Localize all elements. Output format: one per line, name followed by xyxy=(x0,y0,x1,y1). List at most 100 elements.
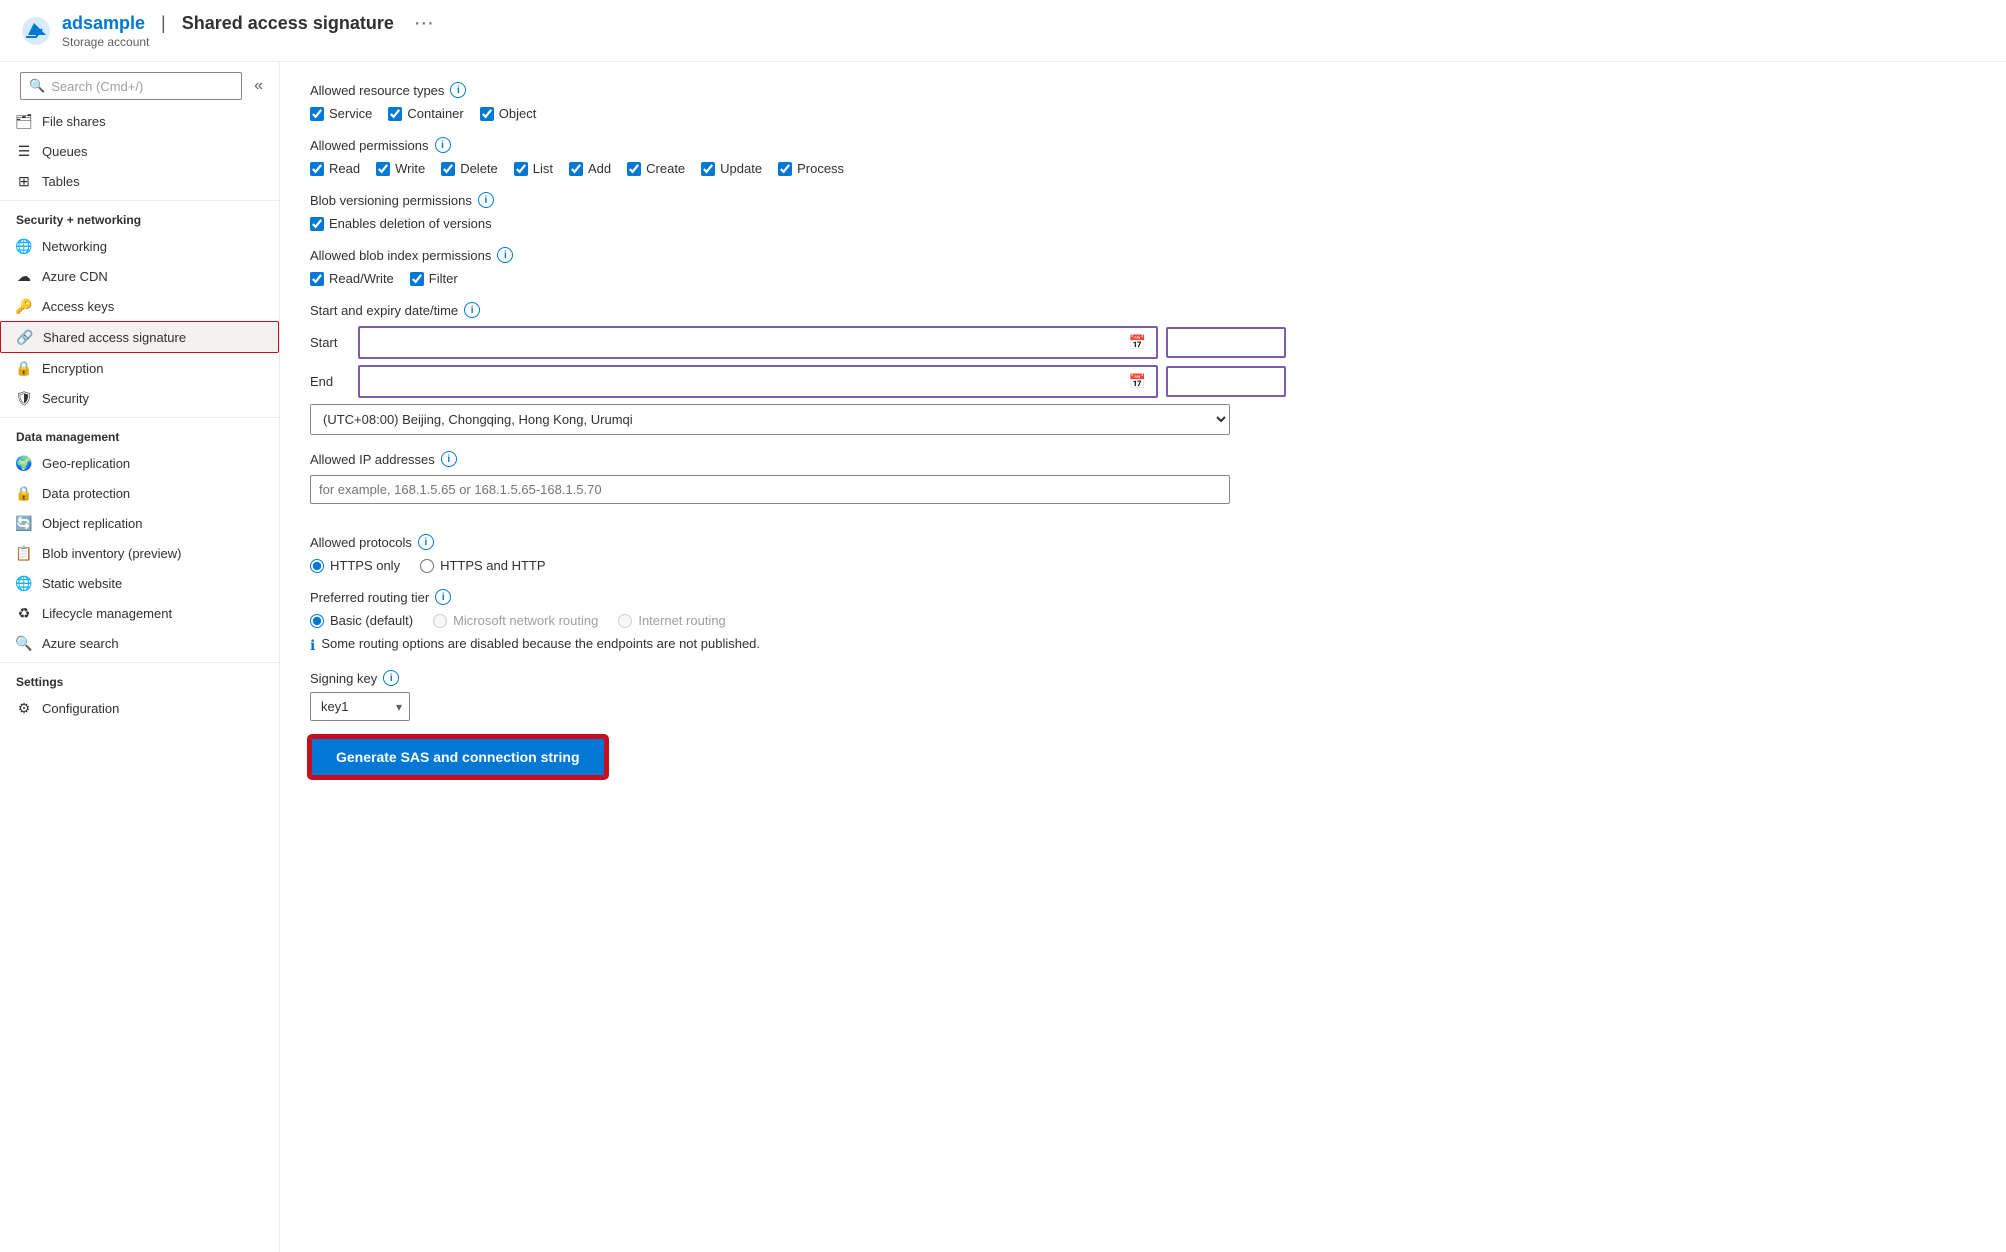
sidebar-item-static-website[interactable]: 🌐 Static website xyxy=(0,568,279,598)
checkbox-readwrite[interactable]: Read/Write xyxy=(310,271,394,286)
sidebar-item-encryption[interactable]: 🔒 Encryption xyxy=(0,353,279,383)
checkbox-container[interactable]: Container xyxy=(388,106,463,121)
signing-key-select-wrapper[interactable]: key1 key2 xyxy=(310,692,410,721)
blob-versioning-label: Blob versioning permissions i xyxy=(310,192,1976,208)
routing-tier-section: Preferred routing tier i Basic (default)… xyxy=(310,589,1976,654)
allowed-ip-input[interactable] xyxy=(310,475,1230,504)
sidebar-item-networking[interactable]: 🌐 Networking xyxy=(0,231,279,261)
sidebar-item-label: Data protection xyxy=(42,486,130,501)
radio-basic-default[interactable]: Basic (default) xyxy=(310,613,413,628)
allowed-resource-types-label: Allowed resource types i xyxy=(310,82,1976,98)
signing-key-section: Signing key i key1 key2 xyxy=(310,670,1976,721)
sidebar-item-queues[interactable]: ☰ Queues xyxy=(0,136,279,166)
networking-icon: 🌐 xyxy=(16,238,32,254)
blob-versioning-section: Blob versioning permissions i Enables de… xyxy=(310,192,1976,231)
start-date-calendar-button[interactable]: 📅 xyxy=(1119,328,1156,357)
checkbox-service[interactable]: Service xyxy=(310,106,372,121)
sidebar-item-azure-cdn[interactable]: ☁ Azure CDN xyxy=(0,261,279,291)
checkbox-object[interactable]: Object xyxy=(480,106,537,121)
checkbox-delete[interactable]: Delete xyxy=(441,161,498,176)
end-date-calendar-button[interactable]: 📅 xyxy=(1119,367,1156,396)
cdn-icon: ☁ xyxy=(16,268,32,284)
checkbox-enables-deletion[interactable]: Enables deletion of versions xyxy=(310,216,492,231)
radio-https-http[interactable]: HTTPS and HTTP xyxy=(420,558,545,573)
allowed-protocols-info-icon[interactable]: i xyxy=(418,534,434,550)
sidebar-item-tables[interactable]: ⊞ Tables xyxy=(0,166,279,196)
tables-icon: ⊞ xyxy=(16,173,32,189)
data-management-section-header: Data management xyxy=(0,417,279,448)
sidebar: 🔍 « 🗂 File shares ☰ Queues ⊞ Tables Secu… xyxy=(0,62,280,1252)
sidebar-item-shared-access-signature[interactable]: 🔗 Shared access signature xyxy=(0,321,279,353)
end-time-input-wrapper[interactable]: 1:21:46 AM xyxy=(1166,366,1286,397)
queues-icon: ☰ xyxy=(16,143,32,159)
checkbox-list[interactable]: List xyxy=(514,161,553,176)
sidebar-item-access-keys[interactable]: 🔑 Access keys xyxy=(0,291,279,321)
sidebar-item-azure-search[interactable]: 🔍 Azure search xyxy=(0,628,279,658)
allowed-ip-section: Allowed IP addresses i xyxy=(310,451,1976,518)
timezone-select-wrapper[interactable]: (UTC+08:00) Beijing, Chongqing, Hong Kon… xyxy=(310,404,1230,435)
sidebar-item-data-protection[interactable]: 🔒 Data protection xyxy=(0,478,279,508)
allowed-ip-info-icon[interactable]: i xyxy=(441,451,457,467)
sidebar-item-file-shares[interactable]: 🗂 File shares xyxy=(0,106,279,136)
data-protection-icon: 🔒 xyxy=(16,485,32,501)
account-name: adsample xyxy=(62,13,145,34)
datetime-info-icon[interactable]: i xyxy=(464,302,480,318)
start-date-input-wrapper[interactable]: 06/10/2021 📅 xyxy=(358,326,1158,359)
routing-tier-info-icon[interactable]: i xyxy=(435,589,451,605)
allowed-protocols-section: Allowed protocols i HTTPS only HTTPS and… xyxy=(310,534,1976,573)
search-input[interactable] xyxy=(51,79,233,94)
sidebar-item-label: Security xyxy=(42,391,89,406)
signing-key-info-icon[interactable]: i xyxy=(383,670,399,686)
checkbox-filter[interactable]: Filter xyxy=(410,271,458,286)
end-time-input[interactable]: 1:21:46 AM xyxy=(1168,368,1284,395)
more-options-icon[interactable]: ··· xyxy=(414,12,434,35)
sidebar-item-configuration[interactable]: ⚙ Configuration xyxy=(0,693,279,723)
security-icon: 🛡 xyxy=(16,390,32,406)
object-replication-icon: 🔄 xyxy=(16,515,32,531)
sidebar-item-label: Static website xyxy=(42,576,122,591)
radio-microsoft-routing: Microsoft network routing xyxy=(433,613,598,628)
sidebar-item-label: Configuration xyxy=(42,701,119,716)
sidebar-group-storage: 🗂 File shares ☰ Queues ⊞ Tables xyxy=(0,106,279,196)
end-date-input-wrapper[interactable]: 06/11/2021 📅 xyxy=(358,365,1158,398)
blob-versioning-info-icon[interactable]: i xyxy=(478,192,494,208)
start-date-input[interactable]: 06/10/2021 xyxy=(360,329,1119,356)
file-shares-icon: 🗂 xyxy=(16,113,32,129)
sidebar-item-label: Azure search xyxy=(42,636,119,651)
sidebar-item-object-replication[interactable]: 🔄 Object replication xyxy=(0,508,279,538)
checkbox-create[interactable]: Create xyxy=(627,161,685,176)
radio-https-only[interactable]: HTTPS only xyxy=(310,558,400,573)
end-date-input[interactable]: 06/11/2021 xyxy=(360,368,1119,395)
checkbox-add[interactable]: Add xyxy=(569,161,611,176)
encryption-icon: 🔒 xyxy=(16,360,32,376)
sidebar-item-lifecycle-management[interactable]: ♻ Lifecycle management xyxy=(0,598,279,628)
search-box[interactable]: 🔍 xyxy=(20,72,242,100)
allowed-ip-label: Allowed IP addresses i xyxy=(310,451,1976,467)
sidebar-item-security[interactable]: 🛡 Security xyxy=(0,383,279,413)
sidebar-item-label: Networking xyxy=(42,239,107,254)
checkbox-read[interactable]: Read xyxy=(310,161,360,176)
sidebar-item-geo-replication[interactable]: 🌍 Geo-replication xyxy=(0,448,279,478)
checkbox-process[interactable]: Process xyxy=(778,161,844,176)
logo-area: adsample | Shared access signature ··· S… xyxy=(20,12,434,49)
timezone-select[interactable]: (UTC+08:00) Beijing, Chongqing, Hong Kon… xyxy=(311,405,1229,434)
title-separator: | xyxy=(161,13,166,34)
sidebar-item-label: Azure CDN xyxy=(42,269,108,284)
start-time-input-wrapper[interactable]: 5:21:46 PM xyxy=(1166,327,1286,358)
generate-sas-button[interactable]: Generate SAS and connection string xyxy=(310,737,606,777)
main-layout: 🔍 « 🗂 File shares ☰ Queues ⊞ Tables Secu… xyxy=(0,62,2006,1252)
blob-index-label: Allowed blob index permissions i xyxy=(310,247,1976,263)
blob-index-info-icon[interactable]: i xyxy=(497,247,513,263)
allowed-resource-types-info-icon[interactable]: i xyxy=(450,82,466,98)
sidebar-item-blob-inventory[interactable]: 📋 Blob inventory (preview) xyxy=(0,538,279,568)
sidebar-item-label: File shares xyxy=(42,114,106,129)
collapse-sidebar-button[interactable]: « xyxy=(254,77,263,95)
sidebar-item-label: Queues xyxy=(42,144,88,159)
checkbox-update[interactable]: Update xyxy=(701,161,762,176)
sidebar-item-label: Access keys xyxy=(42,299,114,314)
signing-key-select[interactable]: key1 key2 xyxy=(310,692,410,721)
checkbox-write[interactable]: Write xyxy=(376,161,425,176)
allowed-protocols-radios: HTTPS only HTTPS and HTTP xyxy=(310,558,1976,573)
allowed-permissions-info-icon[interactable]: i xyxy=(435,137,451,153)
start-time-input[interactable]: 5:21:46 PM xyxy=(1168,329,1284,356)
